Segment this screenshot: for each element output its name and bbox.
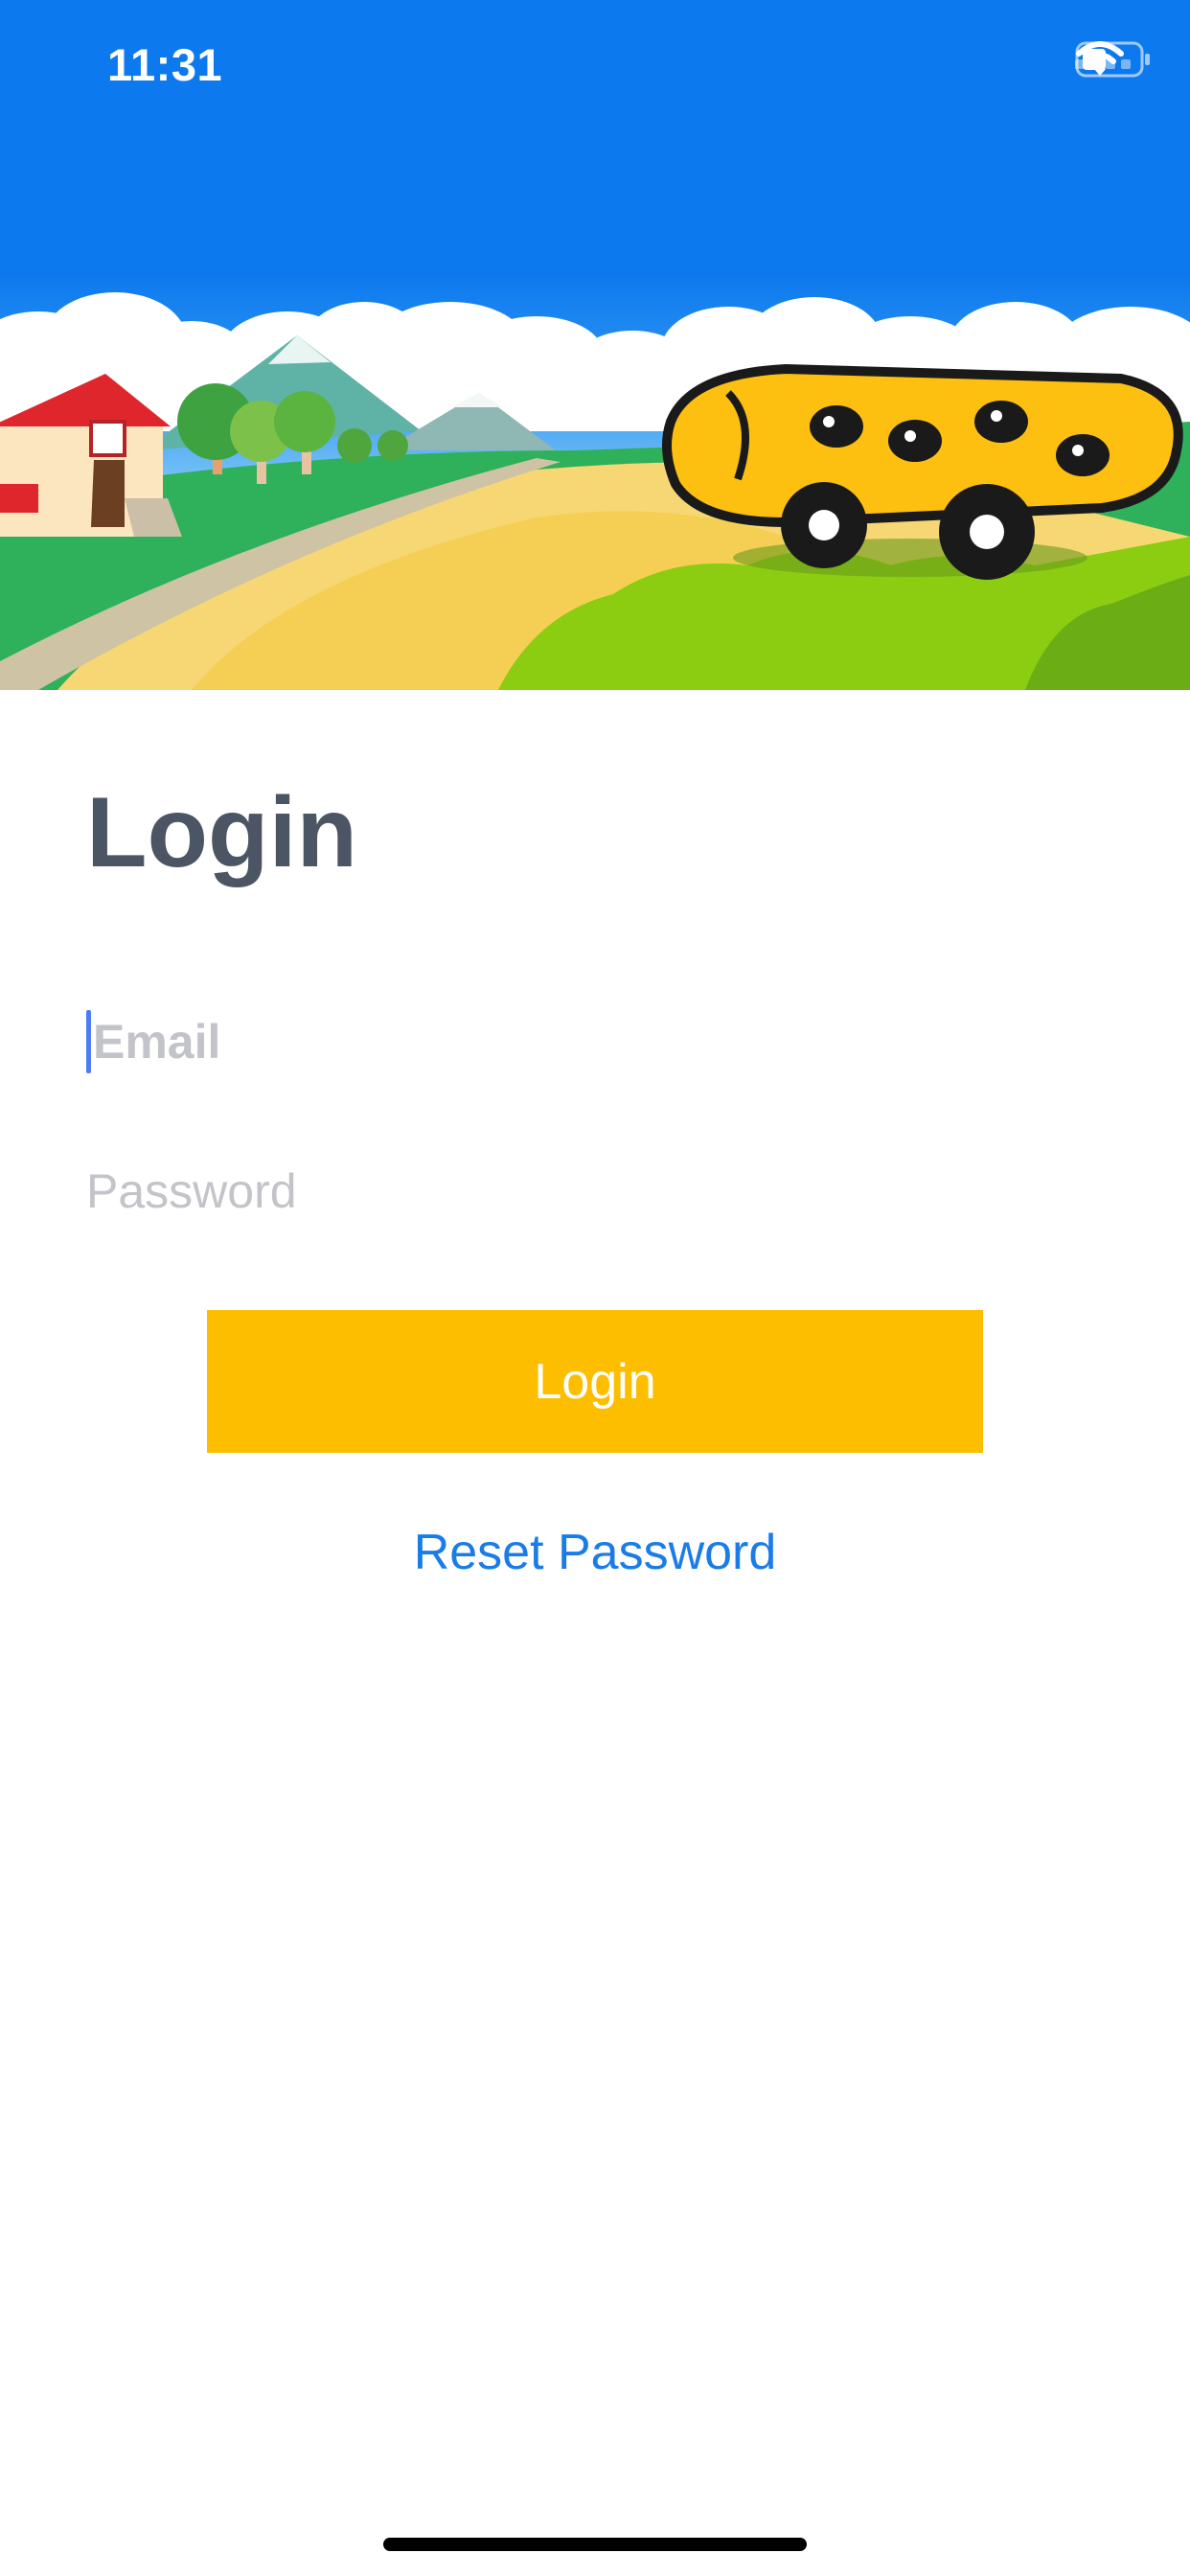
header-illustration: 11:31 xyxy=(0,0,1190,690)
email-field[interactable]: Email xyxy=(86,999,1104,1085)
text-cursor xyxy=(86,1010,91,1073)
login-button[interactable]: Login xyxy=(207,1310,983,1453)
password-placeholder: Password xyxy=(86,1164,297,1218)
home-indicator[interactable] xyxy=(383,2538,807,2551)
status-time: 11:31 xyxy=(107,39,223,90)
email-placeholder: Email xyxy=(93,1015,221,1069)
page-title: Login xyxy=(86,777,358,888)
reset-password-link[interactable]: Reset Password xyxy=(0,1524,1190,1581)
status-icons xyxy=(1075,40,1150,78)
status-bar: 11:31 xyxy=(0,0,1190,134)
password-field[interactable]: Password xyxy=(86,1148,1104,1234)
login-button-label: Login xyxy=(534,1353,656,1410)
battery-icon xyxy=(1075,41,1150,78)
